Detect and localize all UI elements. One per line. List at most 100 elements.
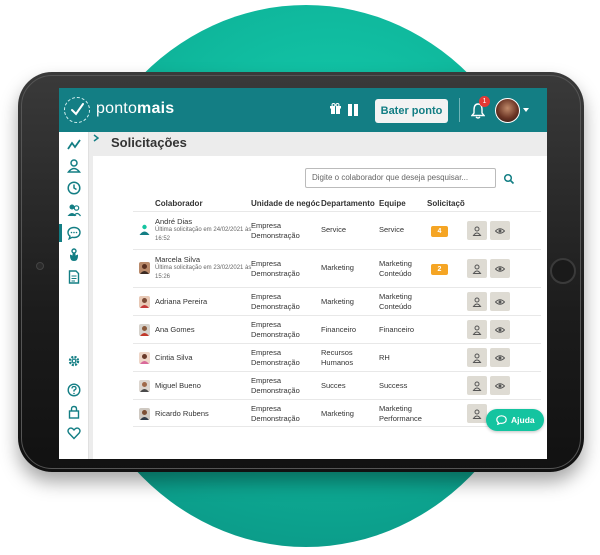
search-icon[interactable] bbox=[503, 172, 515, 185]
avatar bbox=[139, 380, 150, 392]
page-title: Solicitações bbox=[111, 135, 187, 150]
header-departamento[interactable]: Departamento bbox=[321, 199, 375, 208]
eye-icon bbox=[495, 355, 505, 361]
avatar bbox=[139, 352, 150, 364]
department: Marketing bbox=[321, 263, 354, 272]
avatar bbox=[139, 324, 150, 336]
eye-icon bbox=[495, 266, 505, 272]
department: Marketing bbox=[321, 409, 354, 418]
department: Service bbox=[321, 225, 347, 234]
eye-icon bbox=[495, 383, 505, 389]
clock-in-button[interactable]: Bater ponto bbox=[375, 99, 448, 123]
table-row[interactable]: Miguel Bueno Empresa Demonstração Succes… bbox=[133, 371, 541, 399]
view-profile-button[interactable] bbox=[467, 348, 487, 367]
view-profile-button[interactable] bbox=[467, 221, 487, 240]
view-profile-button[interactable] bbox=[467, 292, 487, 311]
tablet-home-button bbox=[550, 258, 576, 284]
sidebar-active-indicator bbox=[59, 224, 62, 242]
heart-icon[interactable] bbox=[67, 426, 81, 440]
sidebar-expand-icon[interactable] bbox=[93, 134, 100, 144]
help-icon[interactable] bbox=[67, 383, 81, 397]
business-unit: Empresa Demonstração bbox=[251, 376, 300, 395]
search-input[interactable]: Digite o colaborador que deseja pesquisa… bbox=[305, 168, 496, 188]
user-icon bbox=[472, 409, 482, 419]
avatar bbox=[139, 296, 150, 308]
top-bar: pontomais Bater ponto 1 bbox=[59, 88, 547, 132]
user-avatar[interactable] bbox=[495, 98, 520, 123]
request-count-badge[interactable]: 4 bbox=[431, 226, 448, 237]
view-requests-button[interactable] bbox=[490, 221, 510, 240]
last-request-note: Última solicitação em 24/02/2021 às 16:5… bbox=[155, 227, 252, 242]
team: Marketing Conteúdo bbox=[379, 259, 412, 278]
view-profile-button[interactable] bbox=[467, 376, 487, 395]
chat-bubble-icon bbox=[496, 415, 507, 425]
business-unit: Empresa Demonstração bbox=[251, 348, 300, 367]
notification-badge: 1 bbox=[479, 96, 490, 107]
gear-icon[interactable] bbox=[67, 354, 81, 368]
view-requests-button[interactable] bbox=[490, 320, 510, 339]
user-icon bbox=[472, 264, 482, 274]
sidebar bbox=[59, 132, 89, 459]
header-equipe[interactable]: Equipe bbox=[379, 199, 406, 208]
logo-wordmark[interactable]: pontomais bbox=[96, 100, 174, 118]
table-row[interactable]: Adriana Pereira Empresa Demonstração Mar… bbox=[133, 287, 541, 315]
logo-icon bbox=[64, 97, 90, 123]
team: Success bbox=[379, 381, 408, 390]
table-row[interactable]: Cintia Silva Empresa Demonstração Recurs… bbox=[133, 343, 541, 371]
team: Service bbox=[379, 225, 405, 234]
app-screen: pontomais Bater ponto 1 Solicitações Dig… bbox=[59, 88, 547, 459]
tablet-camera bbox=[36, 262, 44, 270]
department: Succes bbox=[321, 381, 346, 390]
header-colaborador[interactable]: Colaborador bbox=[155, 199, 203, 208]
users-icon[interactable] bbox=[67, 203, 81, 217]
table-row[interactable]: André Dias Última solicitação em 24/02/2… bbox=[133, 211, 541, 249]
user-icon[interactable] bbox=[66, 159, 82, 173]
header-solicitacoes[interactable]: Solicitações bbox=[427, 199, 465, 208]
requests-card: Digite o colaborador que deseja pesquisa… bbox=[93, 156, 547, 459]
business-unit: Empresa Demonstração bbox=[251, 221, 300, 240]
view-requests-button[interactable] bbox=[490, 376, 510, 395]
business-unit: Empresa Demonstração bbox=[251, 404, 300, 423]
pause-icon[interactable] bbox=[348, 104, 358, 116]
avatar bbox=[139, 408, 150, 420]
help-button[interactable]: Ajuda bbox=[486, 409, 544, 431]
view-profile-button[interactable] bbox=[467, 259, 487, 278]
eye-icon bbox=[495, 327, 505, 333]
view-profile-button[interactable] bbox=[467, 320, 487, 339]
chevron-down-icon[interactable] bbox=[523, 108, 529, 112]
team: Marketing Performance bbox=[379, 404, 422, 423]
view-profile-button[interactable] bbox=[467, 404, 487, 423]
team: Marketing Conteúdo bbox=[379, 292, 412, 311]
employee-name: Ricardo Rubens bbox=[155, 409, 209, 418]
department: Marketing bbox=[321, 297, 354, 306]
employee-name: Ana Gomes bbox=[155, 325, 195, 334]
header-unidade[interactable]: Unidade de negócio bbox=[251, 199, 320, 208]
request-count-badge[interactable]: 2 bbox=[431, 264, 448, 275]
user-icon bbox=[472, 381, 482, 391]
stage: pontomais Bater ponto 1 Solicitações Dig… bbox=[0, 0, 600, 555]
table-row[interactable]: Ricardo Rubens Empresa Demonstração Mark… bbox=[133, 399, 541, 427]
chart-line-icon[interactable] bbox=[67, 138, 81, 152]
help-button-label: Ajuda bbox=[511, 415, 535, 425]
table-row[interactable]: Marcela Silva Última solicitação em 23/0… bbox=[133, 249, 541, 287]
view-requests-button[interactable] bbox=[490, 259, 510, 278]
hand-icon[interactable] bbox=[67, 248, 81, 262]
eye-icon bbox=[495, 228, 505, 234]
table-row[interactable]: Ana Gomes Empresa Demonstração Financeir… bbox=[133, 315, 541, 343]
department: Recursos Humanos bbox=[321, 348, 354, 367]
team: RH bbox=[379, 353, 390, 362]
employee-name: Miguel Bueno bbox=[155, 381, 201, 390]
eye-icon bbox=[495, 299, 505, 305]
employee-name: Cintia Silva bbox=[155, 353, 193, 362]
gift-icon[interactable] bbox=[330, 103, 341, 118]
view-requests-button[interactable] bbox=[490, 292, 510, 311]
lock-icon[interactable] bbox=[67, 405, 81, 419]
department: Financeiro bbox=[321, 325, 357, 334]
clock-icon[interactable] bbox=[67, 181, 81, 195]
document-icon[interactable] bbox=[67, 270, 81, 284]
view-requests-button[interactable] bbox=[490, 348, 510, 367]
last-request-note: Última solicitação em 23/02/2021 às 15:2… bbox=[155, 265, 252, 280]
user-icon bbox=[472, 226, 482, 236]
business-unit: Empresa Demonstração bbox=[251, 320, 300, 339]
chat-icon[interactable] bbox=[67, 226, 81, 241]
